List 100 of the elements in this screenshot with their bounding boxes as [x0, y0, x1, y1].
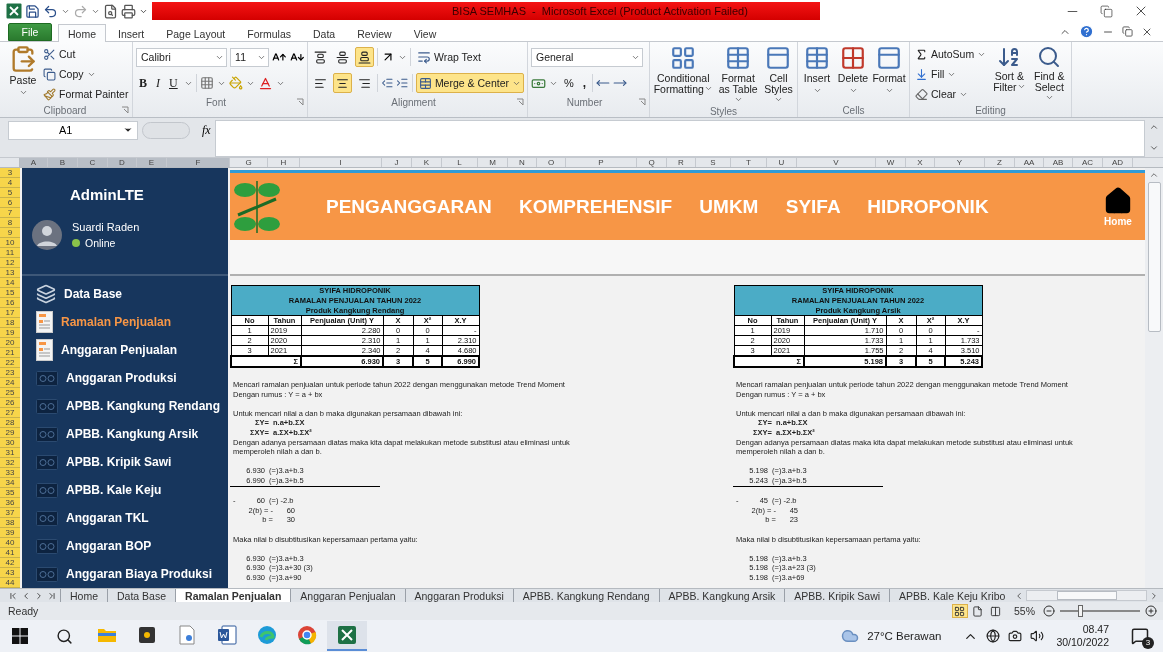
printer-icon[interactable]: [121, 3, 136, 19]
document-app-icon[interactable]: [217, 625, 237, 645]
ribbon-tab[interactable]: Page Layout: [156, 24, 236, 42]
dialog-launcher-icon[interactable]: [121, 106, 129, 114]
insert-function-button[interactable]: fx: [202, 122, 211, 138]
scroll-down-icon[interactable]: [1149, 143, 1159, 153]
style-button[interactable]: Format as Table: [717, 45, 759, 106]
autosum-button[interactable]: AutoSum: [913, 45, 989, 63]
merge-center-button[interactable]: Merge & Center: [415, 73, 524, 93]
cells-button[interactable]: Format: [873, 45, 905, 95]
zoom-out-icon[interactable]: [1043, 605, 1055, 617]
scrollbar-thumb[interactable]: [1056, 591, 1117, 600]
zoom-thumb[interactable]: [1078, 605, 1083, 617]
square-app-icon[interactable]: [138, 626, 156, 644]
sidebar-item[interactable]: Data Base: [22, 280, 228, 308]
swirl-app-icon[interactable]: [257, 625, 277, 645]
file-tab[interactable]: File: [8, 23, 52, 41]
undo-icon[interactable]: [43, 3, 58, 19]
sidebar-item[interactable]: Anggaran TKL: [22, 504, 228, 532]
name-box[interactable]: A1: [8, 120, 138, 140]
row-heading[interactable]: 6: [0, 198, 20, 208]
increase-indent-icon[interactable]: [396, 76, 409, 90]
row-heading[interactable]: 41: [0, 548, 20, 558]
paste-button[interactable]: Paste: [9, 45, 37, 97]
first-sheet-icon[interactable]: [8, 590, 18, 601]
bold-button[interactable]: B: [136, 75, 150, 91]
sidebar-item[interactable]: APBB. Kangkung Arsik: [22, 420, 228, 448]
sheet-tab[interactable]: Ramalan Penjualan: [175, 589, 292, 602]
row-heading[interactable]: 9: [0, 228, 20, 238]
caret-icon[interactable]: [123, 125, 133, 135]
restore-icon[interactable]: [1100, 4, 1113, 18]
row-heading[interactable]: 11: [0, 248, 20, 258]
scroll-right-icon[interactable]: [1149, 590, 1159, 601]
number-format-field[interactable]: General: [531, 47, 643, 67]
align-bottom-button[interactable]: [355, 47, 374, 67]
column-heading[interactable]: E: [137, 158, 167, 167]
row-heading[interactable]: 7: [0, 208, 20, 218]
zoom-in-icon[interactable]: [1145, 605, 1157, 617]
sidebar-item[interactable]: Ramalan Penjualan: [22, 308, 228, 336]
ribbon-tab[interactable]: Insert: [108, 24, 155, 42]
vertical-scrollbar[interactable]: [1145, 168, 1163, 588]
restore-icon[interactable]: [1122, 26, 1133, 37]
cut-button[interactable]: Cut: [41, 45, 131, 63]
sort-filter-button[interactable]: Sort & Filter: [992, 45, 1027, 93]
dialog-launcher-icon[interactable]: [296, 98, 304, 106]
sidebar-item[interactable]: Anggaran Produksi: [22, 364, 228, 392]
sidebar-item[interactable]: APBB. Kale Keju: [22, 476, 228, 504]
underline-button[interactable]: U: [166, 75, 181, 91]
sidebar-item[interactable]: Anggaran Biaya Produksi: [22, 560, 228, 588]
spreadsheet-logo-icon[interactable]: [6, 3, 22, 19]
cells-button[interactable]: Insert: [801, 45, 833, 95]
save-icon[interactable]: [25, 3, 40, 19]
ring-app-icon[interactable]: [297, 625, 317, 645]
sidebar-item[interactable]: Anggaran BOP: [22, 532, 228, 560]
scroll-left-icon[interactable]: [1014, 590, 1024, 601]
italic-button[interactable]: I: [153, 75, 163, 91]
ribbon-tab[interactable]: Data: [303, 24, 346, 42]
formula-input[interactable]: [215, 120, 1145, 157]
row-heading[interactable]: 4: [0, 178, 20, 188]
weather-text[interactable]: 27°C Berawan: [867, 630, 942, 642]
camera-icon[interactable]: [1008, 629, 1023, 643]
align-center-button[interactable]: [333, 73, 352, 93]
print-preview-icon[interactable]: [103, 3, 118, 19]
font-name-field[interactable]: Calibri: [136, 47, 228, 67]
row-heading[interactable]: 3: [0, 168, 20, 178]
help-icon[interactable]: [1079, 24, 1094, 39]
ribbon-tab[interactable]: View: [403, 24, 447, 42]
search-icon[interactable]: [56, 627, 73, 645]
redo-icon[interactable]: [73, 3, 88, 19]
column-heading[interactable]: A: [20, 158, 48, 167]
speaker-icon[interactable]: [1030, 629, 1045, 643]
style-button[interactable]: Conditional Formatting: [653, 45, 714, 95]
fill-button[interactable]: Fill: [913, 65, 989, 83]
find-select-button[interactable]: Find & Select: [1030, 45, 1068, 104]
row-heading[interactable]: 8: [0, 218, 20, 228]
column-heading[interactable]: C: [78, 158, 108, 167]
last-sheet-icon[interactable]: [47, 590, 57, 601]
windows-logo-icon[interactable]: [12, 628, 28, 644]
page-app-icon[interactable]: [178, 625, 196, 645]
dialog-launcher-icon[interactable]: [638, 98, 646, 106]
borders-icon[interactable]: [199, 76, 214, 90]
ribbon-tab[interactable]: Home: [58, 24, 106, 42]
globe-icon[interactable]: [986, 629, 1001, 643]
copy-button[interactable]: Copy: [41, 65, 131, 83]
font-size-field[interactable]: 11: [230, 47, 269, 67]
scroll-up-icon[interactable]: [1149, 170, 1159, 180]
ribbon-tab[interactable]: Formulas: [237, 24, 301, 42]
scrollbar-thumb[interactable]: [1147, 182, 1161, 332]
sidebar-item[interactable]: APBB. Kangkung Rendang: [22, 392, 228, 420]
previous-sheet-icon[interactable]: [21, 590, 31, 601]
horizontal-scrollbar[interactable]: [1026, 590, 1147, 601]
row-heading[interactable]: 17: [0, 308, 20, 318]
taskbar-app[interactable]: [327, 621, 367, 651]
folder-icon[interactable]: [97, 627, 117, 643]
cells-button[interactable]: Delete: [837, 45, 869, 95]
column-heading[interactable]: F: [167, 158, 230, 167]
decrease-indent-icon[interactable]: [380, 76, 394, 90]
notification-icon[interactable]: [1131, 627, 1149, 645]
normal-view-button[interactable]: [952, 604, 968, 618]
dialog-launcher-icon[interactable]: [516, 98, 524, 106]
